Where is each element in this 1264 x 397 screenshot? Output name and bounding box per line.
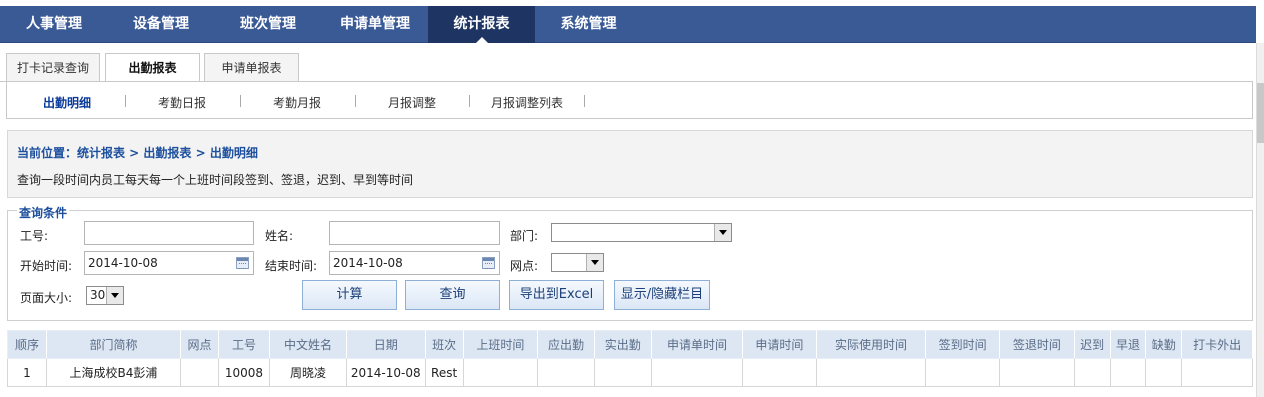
column-header[interactable]: 中文姓名	[269, 330, 347, 359]
location-panel: 当前位置：统计报表 > 出勤报表 > 出勤明细 查询一段时间内员工每天每一个上班…	[7, 130, 1253, 198]
column-header[interactable]: 打卡外出	[1181, 330, 1253, 359]
chevron-down-icon[interactable]	[586, 254, 603, 271]
end-date-value: 2014-10-08	[333, 256, 403, 270]
calculate-button[interactable]: 计算	[302, 280, 397, 310]
site-label: 网点:	[510, 259, 539, 273]
calendar-icon[interactable]	[482, 257, 495, 269]
column-header[interactable]: 上班时间	[462, 330, 539, 359]
attendance-table: 顺序 部门简称 网点 工号 中文姓名 日期 班次 上班时间 应出勤 实出勤 申请…	[7, 330, 1253, 387]
table-cell: 上海成校B4彭浦	[45, 358, 182, 387]
column-header[interactable]: 申请单时间	[650, 330, 744, 359]
query-fieldset: 查询条件 工号: 姓名: 部门: 开始时间: 2014-10-08 结束时间: …	[7, 204, 1253, 321]
scrollbar-thumb[interactable]	[1257, 83, 1264, 143]
link-daily-report[interactable]: 考勤日报	[158, 94, 206, 111]
column-header[interactable]: 早退	[1109, 330, 1147, 359]
column-header[interactable]: 签到时间	[925, 330, 1000, 359]
chevron-down-icon[interactable]	[106, 287, 123, 304]
column-header[interactable]: 班次	[424, 330, 464, 359]
end-date-input[interactable]: 2014-10-08	[329, 251, 500, 275]
nav-item-hr[interactable]: 人事管理	[0, 6, 108, 43]
table-cell	[815, 358, 927, 387]
link-monthly-report[interactable]: 考勤月报	[273, 94, 321, 111]
vertical-scrollbar[interactable]	[1256, 43, 1264, 397]
table-cell: Rest	[424, 358, 464, 387]
table-cell	[1109, 358, 1147, 387]
page-description: 查询一段时间内员工每天每一个上班时间段签到、签退，迟到、早到等时间	[17, 173, 414, 187]
nav-item-shifts[interactable]: 班次管理	[214, 6, 322, 43]
top-nav: 人事管理 设备管理 班次管理 申请单管理 统计报表 系统管理	[0, 6, 1256, 43]
table-cell	[650, 358, 744, 387]
column-header[interactable]: 日期	[345, 330, 426, 359]
table-cell: 2014-10-08	[345, 358, 426, 387]
column-header[interactable]: 实出勤	[593, 330, 652, 359]
department-select[interactable]	[551, 223, 732, 242]
page-size-value: 30	[90, 288, 106, 302]
start-date-value: 2014-10-08	[88, 256, 158, 270]
table-cell	[1073, 358, 1111, 387]
nav-item-system[interactable]: 系统管理	[535, 6, 642, 43]
emp-no-input[interactable]	[84, 221, 254, 245]
tab-request-report[interactable]: 申请单报表	[204, 53, 299, 82]
table-cell: 1	[7, 358, 47, 387]
query-legend: 查询条件	[17, 204, 70, 221]
page-size-select[interactable]: 30	[86, 286, 124, 305]
table-cell	[462, 358, 539, 387]
link-separator	[584, 95, 585, 107]
emp-no-label: 工号:	[20, 229, 49, 243]
end-date-label: 结束时间:	[265, 259, 318, 273]
link-separator	[355, 95, 356, 107]
table-cell: 周晓凌	[269, 358, 347, 387]
calendar-icon[interactable]	[236, 257, 249, 269]
column-header[interactable]: 工号	[217, 330, 271, 359]
start-date-input[interactable]: 2014-10-08	[84, 251, 254, 275]
tab-punch-records[interactable]: 打卡记录查询	[6, 53, 100, 82]
link-attendance-detail[interactable]: 出勤明细	[43, 94, 91, 111]
table-cell	[742, 358, 817, 387]
table-cell	[593, 358, 652, 387]
table-header-row: 顺序 部门简称 网点 工号 中文姓名 日期 班次 上班时间 应出勤 实出勤 申请…	[7, 330, 1253, 359]
department-label: 部门:	[510, 229, 539, 243]
link-monthly-adjust-list[interactable]: 月报调整列表	[491, 94, 563, 111]
column-header[interactable]: 缺勤	[1145, 330, 1183, 359]
table-cell: 10008	[217, 358, 271, 387]
column-header[interactable]: 申请时间	[742, 330, 817, 359]
link-separator	[469, 95, 470, 107]
site-select[interactable]	[551, 253, 604, 272]
link-separator	[240, 95, 241, 107]
nav-item-requests[interactable]: 申请单管理	[322, 6, 428, 43]
query-button[interactable]: 查询	[405, 280, 500, 310]
chevron-down-icon[interactable]	[714, 224, 731, 241]
table-cell	[925, 358, 1000, 387]
table-cell	[1181, 358, 1253, 387]
start-date-label: 开始时间:	[20, 259, 73, 273]
export-excel-button[interactable]: 导出到Excel	[509, 280, 604, 310]
column-header[interactable]: 网点	[180, 330, 219, 359]
column-header[interactable]: 签退时间	[998, 330, 1075, 359]
report-links-bar: 出勤明细 考勤日报 考勤月报 月报调整 月报调整列表	[6, 82, 1253, 119]
column-header[interactable]: 部门简称	[45, 330, 182, 359]
column-header[interactable]: 顺序	[7, 330, 47, 359]
name-label: 姓名:	[265, 229, 294, 243]
nav-item-reports[interactable]: 统计报表	[428, 6, 535, 43]
table-cell	[998, 358, 1075, 387]
table-cell	[180, 358, 219, 387]
column-header[interactable]: 实际使用时间	[815, 330, 927, 359]
nav-item-devices[interactable]: 设备管理	[108, 6, 214, 43]
column-header[interactable]: 应出勤	[537, 330, 595, 359]
table-cell	[537, 358, 595, 387]
name-input[interactable]	[329, 221, 500, 245]
tab-attendance-report[interactable]: 出勤报表	[105, 53, 200, 82]
column-header[interactable]: 迟到	[1073, 330, 1111, 359]
page-size-label: 页面大小:	[20, 291, 73, 305]
table-row[interactable]: 1 上海成校B4彭浦 10008 周晓凌 2014-10-08 Rest	[7, 358, 1253, 387]
link-separator	[125, 95, 126, 107]
link-monthly-adjust[interactable]: 月报调整	[388, 94, 436, 111]
toggle-columns-button[interactable]: 显示/隐藏栏目	[614, 280, 710, 310]
breadcrumb: 当前位置：统计报表 > 出勤报表 > 出勤明细	[17, 146, 258, 160]
table-cell	[1145, 358, 1183, 387]
